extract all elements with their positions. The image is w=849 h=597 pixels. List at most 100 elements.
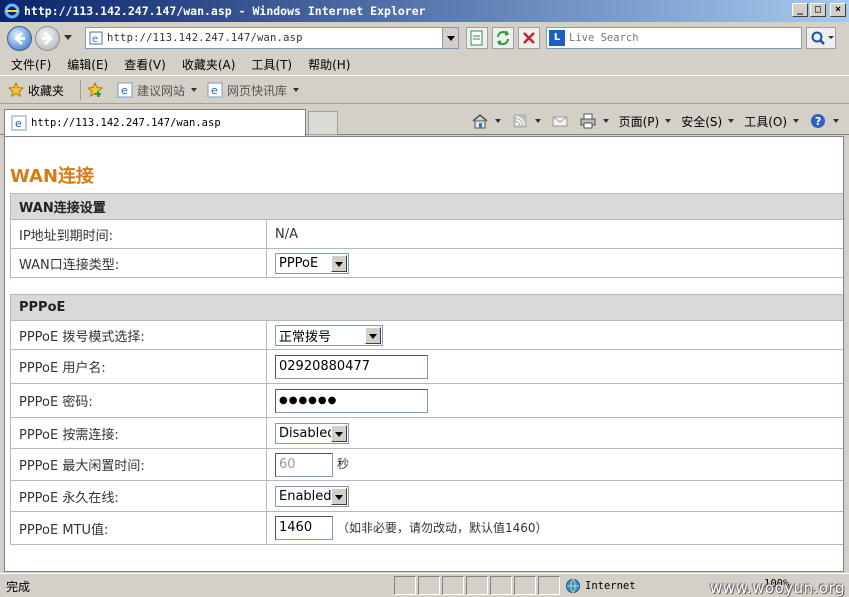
forward-button[interactable] [35,26,60,51]
window-title: http://113.142.247.147/wan.asp - Windows… [24,4,426,18]
help-caret-icon [833,119,839,123]
menu-edit[interactable]: 编辑(E) [67,56,108,73]
history-dropdown-icon[interactable] [64,35,72,40]
on-demand-select[interactable]: Disabled [275,422,349,444]
rss-feed-icon [512,114,527,128]
password-label: PPPoE 密码: [10,383,267,418]
on-demand-label: PPPoE 按需连接: [10,417,267,449]
chevron-down-icon[interactable] [331,424,347,442]
search-box[interactable]: L Live Search [546,27,802,49]
watermark-text: www.wooyun.org [709,579,845,597]
read-mail-button[interactable] [551,112,569,130]
stop-button[interactable] [518,27,540,49]
navigation-bar: e http://113.142.247.147/wan.asp L Live … [0,22,849,54]
always-on-label: PPPoE 永久在线: [10,480,267,512]
wan-settings-table: WAN连接设置 IP地址到期时间: N/A WAN口连接类型: PPPoE [10,193,843,278]
feeds-button[interactable] [511,112,541,130]
pppoe-header: PPPoE [10,294,843,321]
username-input[interactable]: 02920880477 [275,354,428,379]
back-arrow-icon [14,32,25,45]
menu-favorites[interactable]: 收藏夹(A) [182,56,236,73]
status-cell [394,576,416,595]
wan-settings-header: WAN连接设置 [10,193,843,220]
suggested-sites-caret-icon [191,88,198,92]
compatibility-icon [470,30,483,46]
address-dropdown-icon[interactable] [442,28,458,48]
minimize-button[interactable]: _ [792,3,808,17]
new-tab-button[interactable] [308,111,338,135]
magnifier-icon [811,31,834,45]
idle-time-unit: 秒 [337,457,350,471]
home-icon [472,114,488,129]
status-cell [418,576,440,595]
status-cell [442,576,464,595]
tab-bar: e http://113.142.247.147/wan.asp 页面(P) 安… [0,105,849,136]
favorites-button[interactable]: 收藏夹 [8,82,64,99]
mtu-input[interactable]: 1460 [275,516,333,540]
chevron-down-icon[interactable] [331,254,347,272]
back-button[interactable] [7,26,32,51]
help-icon: ? [811,114,825,128]
dial-mode-value: 正常拨号 [279,329,332,345]
maximize-button[interactable]: □ [810,3,826,17]
table-row: PPPoE 拨号模式选择: 正常拨号 [10,320,843,350]
close-window-button[interactable]: × [830,3,846,17]
page-title: WAN连接 [10,166,95,187]
ip-expiry-value: N/A [266,219,843,249]
tab-wan-asp[interactable]: e http://113.142.247.147/wan.asp [4,109,306,136]
status-text: 完成 [6,580,31,594]
web-slice-gallery-label: 网页快讯库 [227,83,288,98]
suggested-sites-button[interactable]: e 建议网站 [117,82,198,99]
security-zone[interactable]: Internet [565,578,636,594]
always-on-select[interactable]: Enabled [275,485,349,507]
chevron-down-icon[interactable] [331,487,347,505]
menu-file[interactable]: 文件(F) [11,56,51,73]
help-button[interactable]: ? [809,112,839,130]
chevron-down-icon[interactable] [365,326,381,344]
table-row: IP地址到期时间: N/A [10,219,843,249]
safety-menu-button[interactable]: 安全(S) [681,113,735,130]
safety-menu-label: 安全(S) [681,114,723,129]
web-slice-gallery-button[interactable]: e 网页快讯库 [207,82,300,99]
wan-type-value: PPPoE [279,255,319,271]
status-cell [490,576,512,595]
search-placeholder[interactable]: Live Search [569,32,639,44]
favorites-star-icon [8,82,24,98]
status-cell [466,576,488,595]
dial-mode-select[interactable]: 正常拨号 [275,324,383,346]
protected-mode-cell[interactable] [538,576,560,595]
home-button[interactable] [471,112,501,130]
compatibility-view-button[interactable] [466,27,488,49]
command-bar: 页面(P) 安全(S) 工具(O) ? [461,111,839,131]
favorites-label: 收藏夹 [28,83,65,98]
page-menu-button[interactable]: 页面(P) [619,113,672,130]
table-row: WAN口连接类型: PPPoE [10,248,843,278]
menu-help[interactable]: 帮助(H) [308,56,350,73]
table-row: PPPoE MTU值: 1460 （如非必要，请勿改动，默认值1460） [10,511,843,545]
wan-type-select[interactable]: PPPoE [275,252,349,274]
menu-view[interactable]: 查看(V) [124,56,166,73]
tools-menu-button[interactable]: 工具(O) [744,113,799,130]
menu-tools[interactable]: 工具(T) [251,56,292,73]
refresh-icon [496,30,510,46]
password-input[interactable]: ●●●●●● [275,388,428,413]
page-menu-label: 页面(P) [618,114,660,129]
ie-logo-icon [4,3,20,19]
address-bar[interactable]: e http://113.142.247.147/wan.asp [85,27,459,49]
dial-mode-label: PPPoE 拨号模式选择: [10,320,267,350]
on-demand-value: Disabled [279,425,336,441]
tab-title: http://113.142.247.147/wan.asp [31,117,221,129]
add-favorite-button[interactable] [87,82,107,98]
favorites-separator [80,80,82,100]
zone-label: Internet [585,580,636,592]
menu-bar: 文件(F) 编辑(E) 查看(V) 收藏夹(A) 工具(T) 帮助(H) [0,54,849,76]
address-url[interactable]: http://113.142.247.147/wan.asp [107,32,303,44]
table-row: PPPoE 用户名: 02920880477 [10,349,843,384]
search-button[interactable] [806,27,836,49]
ip-expiry-label: IP地址到期时间: [10,219,267,249]
stop-icon [523,32,535,44]
print-button[interactable] [579,112,609,130]
svg-text:e: e [15,117,22,130]
refresh-button[interactable] [492,27,514,49]
idle-time-input[interactable]: 60 [275,452,333,477]
